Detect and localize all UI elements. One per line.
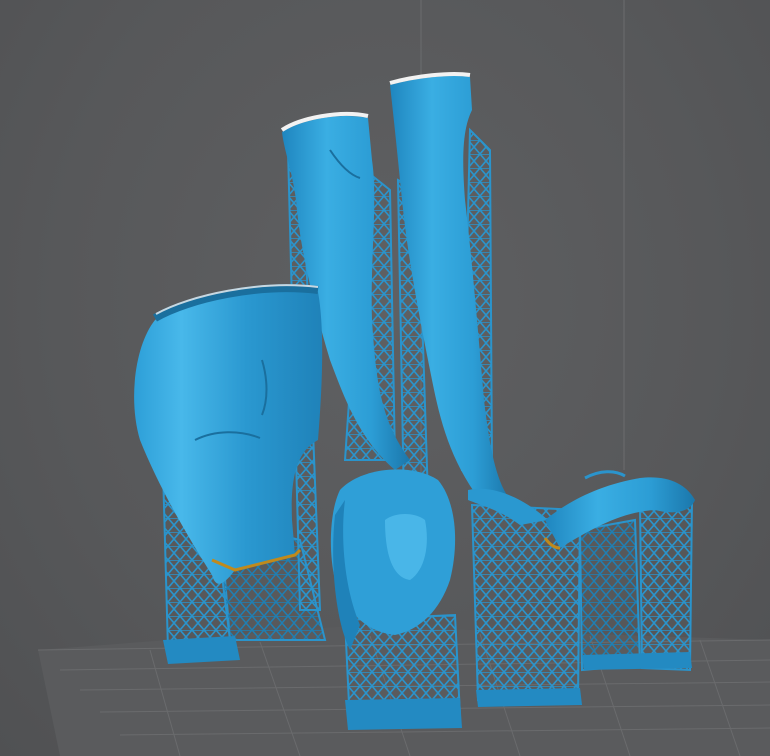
scene-canvas[interactable]: [0, 0, 770, 756]
3d-viewport[interactable]: [0, 0, 770, 756]
